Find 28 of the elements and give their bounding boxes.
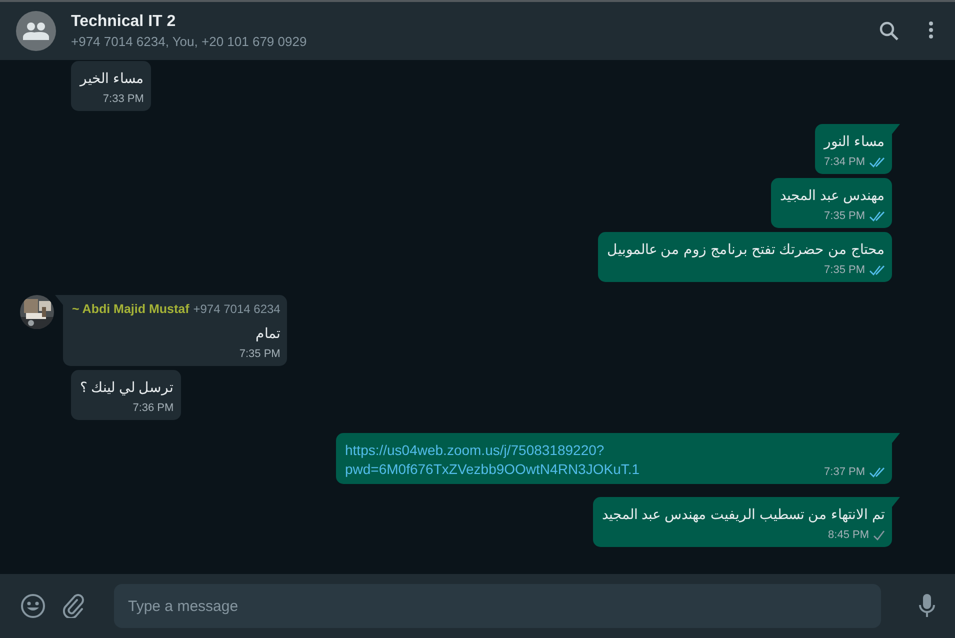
message-time: 8:45 PM — [828, 528, 869, 542]
message-time: 7:36 PM — [132, 401, 174, 415]
message-time: 7:34 PM — [824, 155, 865, 169]
search-icon[interactable] — [879, 21, 899, 41]
group-avatar[interactable] — [16, 11, 56, 51]
message-time: 7:37 PM — [824, 465, 865, 479]
message-link[interactable]: https://us04web.zoom.us/j/75083189220?pwd=6M0f676TxZVezbb9OOwtN4RN3JOKuT.1 — [345, 438, 804, 479]
menu-icon[interactable] — [929, 21, 933, 39]
microphone-icon[interactable] — [919, 594, 935, 618]
message-text: مساء النور — [824, 132, 885, 151]
paperclip-icon[interactable] — [63, 594, 85, 618]
message-text: مهندس عبد المجيد — [780, 186, 885, 205]
group-icon — [23, 22, 49, 40]
message-time: 7:35 PM — [824, 263, 865, 277]
message-text: مساء الخير — [80, 69, 144, 88]
sender-name[interactable]: ~ Abdi Majid Mustaf — [72, 300, 190, 319]
sender-phone: +974 7014 6234 — [193, 301, 280, 318]
participants-list: +974 7014 6234, You, +20 101 679 0929 — [71, 34, 864, 49]
message-text: ترسل لي لينك ؟ — [80, 378, 174, 397]
message-text: محتاج من حضرتك تفتح برنامج زوم من عالموبيل — [606, 240, 885, 259]
message-time: 7:35 PM — [824, 209, 865, 223]
message-time: 7:33 PM — [102, 92, 144, 106]
message-text: تمام — [254, 324, 280, 343]
emoji-icon[interactable] — [20, 593, 46, 619]
message-time: 7:35 PM — [239, 347, 280, 361]
message-input[interactable]: Type a message — [114, 584, 881, 628]
chat-title: Technical IT 2 — [71, 13, 177, 31]
message-text: تم الانتهاء من تسطيب الريفيت مهندس عبد المجيد — [602, 505, 885, 524]
